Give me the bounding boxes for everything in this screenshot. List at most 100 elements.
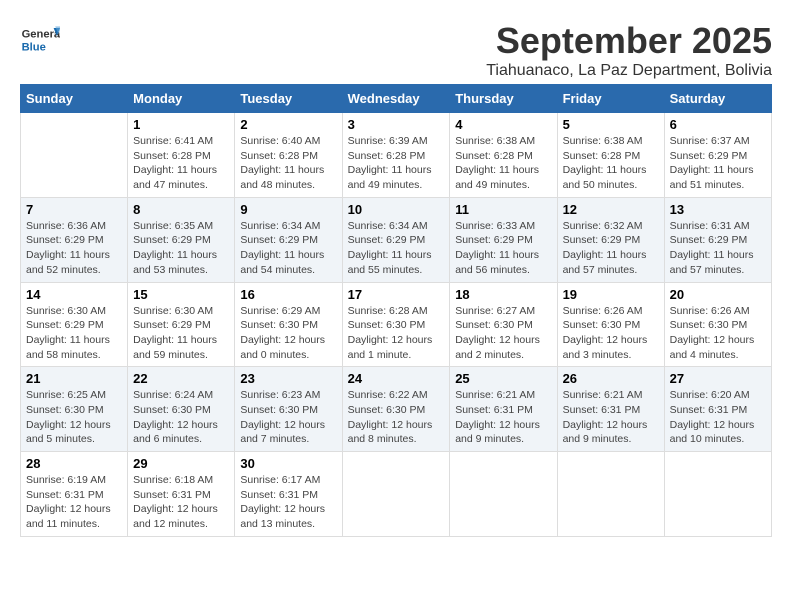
calendar-cell: 11 Sunrise: 6:33 AMSunset: 6:29 PMDaylig… — [450, 197, 557, 282]
day-number: 16 — [240, 287, 336, 302]
calendar-cell: 2 Sunrise: 6:40 AMSunset: 6:28 PMDayligh… — [235, 113, 342, 198]
calendar-cell: 25 Sunrise: 6:21 AMSunset: 6:31 PMDaylig… — [450, 367, 557, 452]
calendar-cell: 18 Sunrise: 6:27 AMSunset: 6:30 PMDaylig… — [450, 282, 557, 367]
day-number: 9 — [240, 202, 336, 217]
day-number: 14 — [26, 287, 122, 302]
calendar-cell: 20 Sunrise: 6:26 AMSunset: 6:30 PMDaylig… — [664, 282, 771, 367]
day-info: Sunrise: 6:33 AMSunset: 6:29 PMDaylight:… — [455, 219, 551, 278]
day-number: 1 — [133, 117, 229, 132]
day-info: Sunrise: 6:17 AMSunset: 6:31 PMDaylight:… — [240, 473, 336, 532]
svg-text:Blue: Blue — [22, 41, 46, 53]
calendar-cell: 30 Sunrise: 6:17 AMSunset: 6:31 PMDaylig… — [235, 452, 342, 537]
calendar-cell: 13 Sunrise: 6:31 AMSunset: 6:29 PMDaylig… — [664, 197, 771, 282]
day-info: Sunrise: 6:26 AMSunset: 6:30 PMDaylight:… — [563, 304, 659, 363]
calendar-table: SundayMondayTuesdayWednesdayThursdayFrid… — [20, 84, 772, 537]
weekday-header: Tuesday — [235, 85, 342, 113]
day-info: Sunrise: 6:40 AMSunset: 6:28 PMDaylight:… — [240, 134, 336, 193]
day-number: 6 — [670, 117, 766, 132]
calendar-cell: 8 Sunrise: 6:35 AMSunset: 6:29 PMDayligh… — [128, 197, 235, 282]
day-info: Sunrise: 6:34 AMSunset: 6:29 PMDaylight:… — [240, 219, 336, 278]
day-info: Sunrise: 6:30 AMSunset: 6:29 PMDaylight:… — [26, 304, 122, 363]
calendar-cell: 16 Sunrise: 6:29 AMSunset: 6:30 PMDaylig… — [235, 282, 342, 367]
day-info: Sunrise: 6:28 AMSunset: 6:30 PMDaylight:… — [348, 304, 445, 363]
weekday-header: Saturday — [664, 85, 771, 113]
calendar-week-row: 7 Sunrise: 6:36 AMSunset: 6:29 PMDayligh… — [21, 197, 772, 282]
day-info: Sunrise: 6:18 AMSunset: 6:31 PMDaylight:… — [133, 473, 229, 532]
calendar-cell: 6 Sunrise: 6:37 AMSunset: 6:29 PMDayligh… — [664, 113, 771, 198]
calendar-cell — [342, 452, 450, 537]
calendar-cell: 19 Sunrise: 6:26 AMSunset: 6:30 PMDaylig… — [557, 282, 664, 367]
day-info: Sunrise: 6:32 AMSunset: 6:29 PMDaylight:… — [563, 219, 659, 278]
calendar-week-row: 14 Sunrise: 6:30 AMSunset: 6:29 PMDaylig… — [21, 282, 772, 367]
day-number: 18 — [455, 287, 551, 302]
day-info: Sunrise: 6:37 AMSunset: 6:29 PMDaylight:… — [670, 134, 766, 193]
title-block: September 2025 Tiahuanaco, La Paz Depart… — [486, 20, 772, 80]
day-number: 2 — [240, 117, 336, 132]
weekday-header: Sunday — [21, 85, 128, 113]
page-header: General Blue September 2025 Tiahuanaco, … — [20, 20, 772, 80]
day-number: 30 — [240, 456, 336, 471]
day-number: 23 — [240, 371, 336, 386]
day-number: 28 — [26, 456, 122, 471]
calendar-cell — [664, 452, 771, 537]
day-number: 11 — [455, 202, 551, 217]
day-info: Sunrise: 6:26 AMSunset: 6:30 PMDaylight:… — [670, 304, 766, 363]
day-number: 5 — [563, 117, 659, 132]
calendar-cell: 28 Sunrise: 6:19 AMSunset: 6:31 PMDaylig… — [21, 452, 128, 537]
calendar-cell: 10 Sunrise: 6:34 AMSunset: 6:29 PMDaylig… — [342, 197, 450, 282]
calendar-cell: 23 Sunrise: 6:23 AMSunset: 6:30 PMDaylig… — [235, 367, 342, 452]
day-info: Sunrise: 6:38 AMSunset: 6:28 PMDaylight:… — [455, 134, 551, 193]
calendar-cell: 21 Sunrise: 6:25 AMSunset: 6:30 PMDaylig… — [21, 367, 128, 452]
day-info: Sunrise: 6:27 AMSunset: 6:30 PMDaylight:… — [455, 304, 551, 363]
weekday-header-row: SundayMondayTuesdayWednesdayThursdayFrid… — [21, 85, 772, 113]
day-number: 3 — [348, 117, 445, 132]
day-info: Sunrise: 6:30 AMSunset: 6:29 PMDaylight:… — [133, 304, 229, 363]
day-info: Sunrise: 6:23 AMSunset: 6:30 PMDaylight:… — [240, 388, 336, 447]
day-info: Sunrise: 6:29 AMSunset: 6:30 PMDaylight:… — [240, 304, 336, 363]
day-number: 10 — [348, 202, 445, 217]
calendar-cell: 17 Sunrise: 6:28 AMSunset: 6:30 PMDaylig… — [342, 282, 450, 367]
day-info: Sunrise: 6:39 AMSunset: 6:28 PMDaylight:… — [348, 134, 445, 193]
calendar-cell — [557, 452, 664, 537]
weekday-header: Wednesday — [342, 85, 450, 113]
calendar-week-row: 28 Sunrise: 6:19 AMSunset: 6:31 PMDaylig… — [21, 452, 772, 537]
day-info: Sunrise: 6:21 AMSunset: 6:31 PMDaylight:… — [563, 388, 659, 447]
day-info: Sunrise: 6:25 AMSunset: 6:30 PMDaylight:… — [26, 388, 122, 447]
calendar-week-row: 21 Sunrise: 6:25 AMSunset: 6:30 PMDaylig… — [21, 367, 772, 452]
calendar-cell: 1 Sunrise: 6:41 AMSunset: 6:28 PMDayligh… — [128, 113, 235, 198]
calendar-cell: 3 Sunrise: 6:39 AMSunset: 6:28 PMDayligh… — [342, 113, 450, 198]
calendar-cell: 24 Sunrise: 6:22 AMSunset: 6:30 PMDaylig… — [342, 367, 450, 452]
weekday-header: Thursday — [450, 85, 557, 113]
day-number: 26 — [563, 371, 659, 386]
day-number: 7 — [26, 202, 122, 217]
calendar-cell — [450, 452, 557, 537]
calendar-cell: 12 Sunrise: 6:32 AMSunset: 6:29 PMDaylig… — [557, 197, 664, 282]
day-number: 27 — [670, 371, 766, 386]
calendar-cell: 29 Sunrise: 6:18 AMSunset: 6:31 PMDaylig… — [128, 452, 235, 537]
day-info: Sunrise: 6:41 AMSunset: 6:28 PMDaylight:… — [133, 134, 229, 193]
calendar-cell: 26 Sunrise: 6:21 AMSunset: 6:31 PMDaylig… — [557, 367, 664, 452]
day-number: 19 — [563, 287, 659, 302]
svg-text:General: General — [22, 29, 60, 41]
page-title: September 2025 — [486, 20, 772, 62]
calendar-week-row: 1 Sunrise: 6:41 AMSunset: 6:28 PMDayligh… — [21, 113, 772, 198]
day-info: Sunrise: 6:38 AMSunset: 6:28 PMDaylight:… — [563, 134, 659, 193]
day-info: Sunrise: 6:21 AMSunset: 6:31 PMDaylight:… — [455, 388, 551, 447]
calendar-cell: 5 Sunrise: 6:38 AMSunset: 6:28 PMDayligh… — [557, 113, 664, 198]
calendar-cell: 22 Sunrise: 6:24 AMSunset: 6:30 PMDaylig… — [128, 367, 235, 452]
calendar-cell: 27 Sunrise: 6:20 AMSunset: 6:31 PMDaylig… — [664, 367, 771, 452]
calendar-cell: 7 Sunrise: 6:36 AMSunset: 6:29 PMDayligh… — [21, 197, 128, 282]
weekday-header: Friday — [557, 85, 664, 113]
day-info: Sunrise: 6:34 AMSunset: 6:29 PMDaylight:… — [348, 219, 445, 278]
day-info: Sunrise: 6:24 AMSunset: 6:30 PMDaylight:… — [133, 388, 229, 447]
day-number: 13 — [670, 202, 766, 217]
day-number: 25 — [455, 371, 551, 386]
day-number: 8 — [133, 202, 229, 217]
day-number: 24 — [348, 371, 445, 386]
day-info: Sunrise: 6:22 AMSunset: 6:30 PMDaylight:… — [348, 388, 445, 447]
calendar-cell: 15 Sunrise: 6:30 AMSunset: 6:29 PMDaylig… — [128, 282, 235, 367]
day-info: Sunrise: 6:31 AMSunset: 6:29 PMDaylight:… — [670, 219, 766, 278]
day-info: Sunrise: 6:20 AMSunset: 6:31 PMDaylight:… — [670, 388, 766, 447]
calendar-cell: 9 Sunrise: 6:34 AMSunset: 6:29 PMDayligh… — [235, 197, 342, 282]
calendar-cell — [21, 113, 128, 198]
